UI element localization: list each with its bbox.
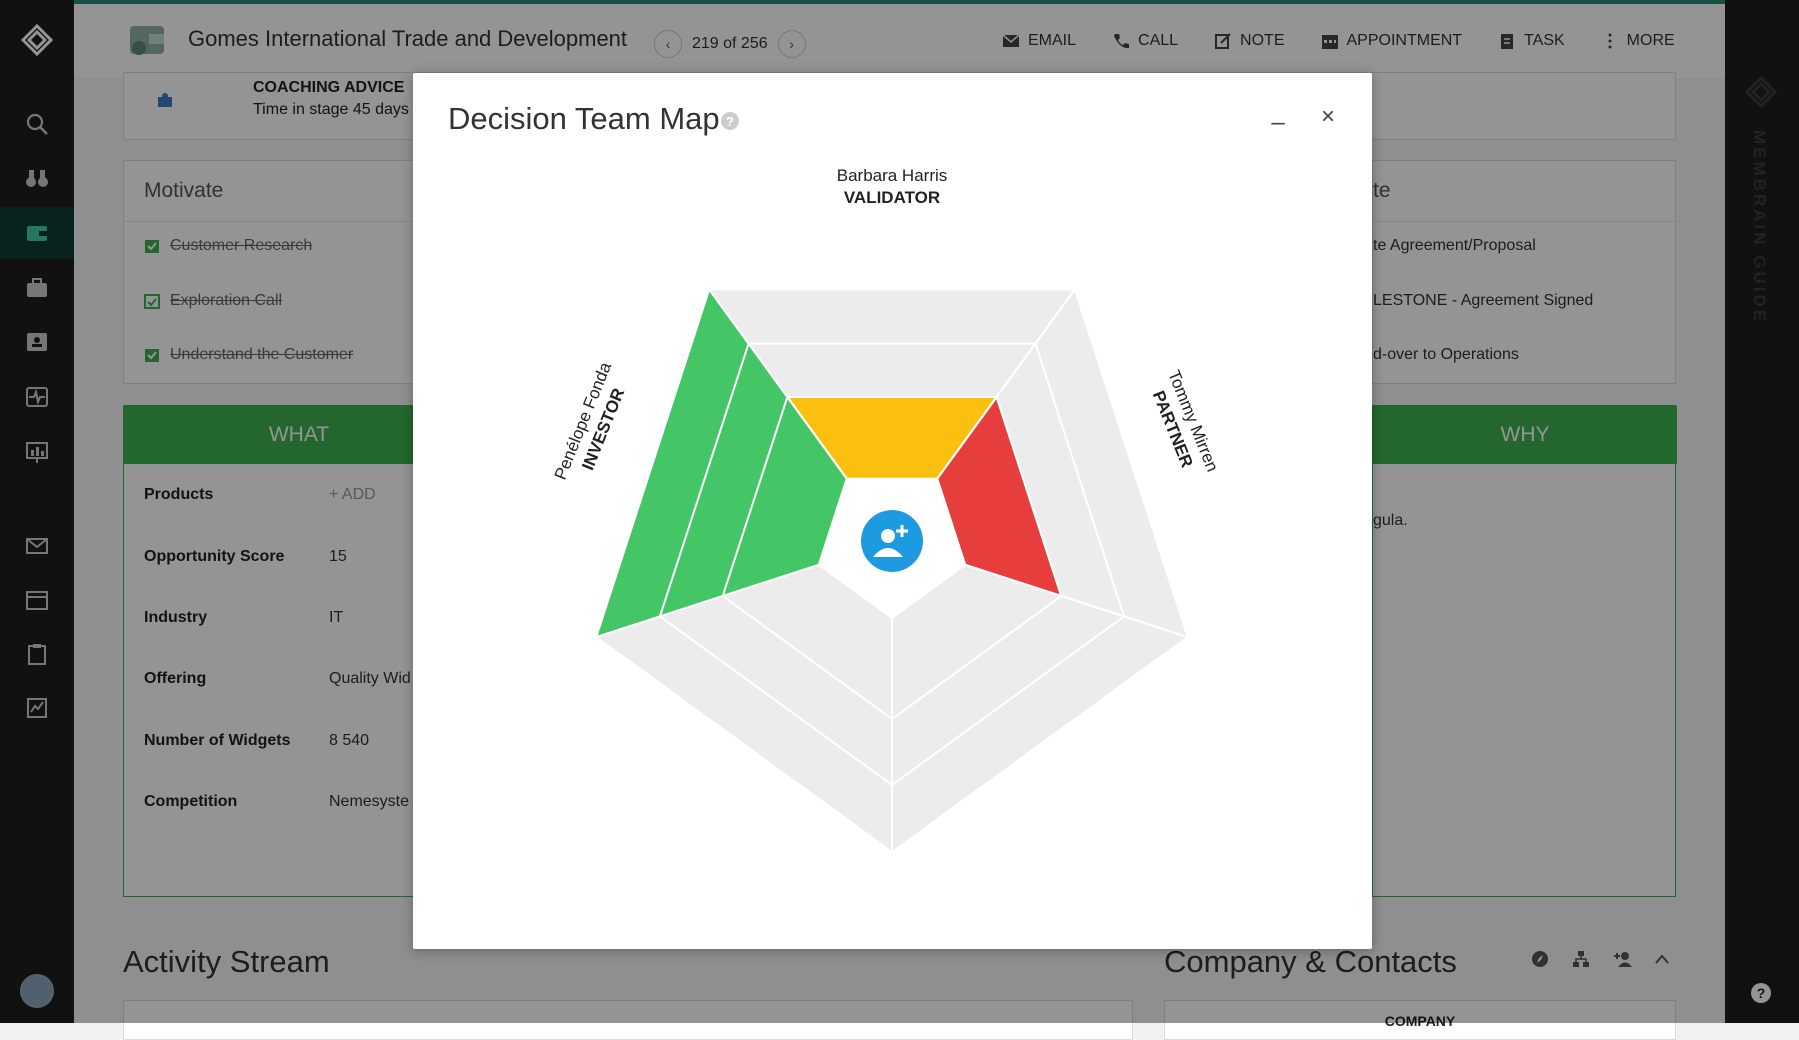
decision-team-pentagon: Barbara Harris VALIDATOR Penélope FondaINV…: [551, 166, 1222, 853]
role-label-left[interactable]: Penélope FondaINVESTOR: [551, 359, 636, 491]
role-label-top[interactable]: Barbara Harris VALIDATOR: [837, 166, 948, 207]
decision-team-map-dialog: Decision Team Map ? – × Barbara Harris VA…: [413, 73, 1372, 949]
add-member-button[interactable]: [861, 510, 923, 572]
role-title: VALIDATOR: [844, 188, 940, 207]
role-person-name: Barbara Harris: [837, 166, 948, 185]
role-label-right[interactable]: Tommy MirrenPARTNER: [1144, 367, 1222, 482]
